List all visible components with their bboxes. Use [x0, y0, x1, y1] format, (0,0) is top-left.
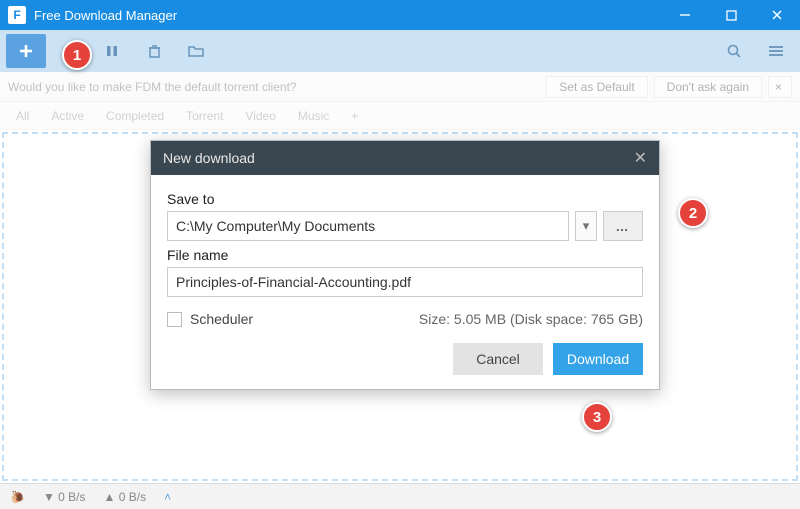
download-speed: ▼ 0 B/s: [43, 490, 86, 504]
save-to-path-text: C:\My Computer\My Documents: [176, 218, 375, 234]
download-button[interactable]: Download: [553, 343, 643, 375]
dialog-title-bar: New download ✕: [151, 141, 659, 175]
path-dropdown-button[interactable]: ▾: [575, 211, 597, 241]
title-bar: F Free Download Manager: [0, 0, 800, 30]
menu-button[interactable]: [758, 34, 794, 68]
add-download-button[interactable]: [6, 34, 46, 68]
window-title: Free Download Manager: [34, 8, 662, 23]
callout-2: 2: [678, 198, 708, 228]
dialog-title: New download: [163, 150, 255, 166]
app-logo: F: [8, 6, 26, 24]
minimize-button[interactable]: [662, 0, 708, 30]
upload-speed: ▲ 0 B/s: [104, 490, 147, 504]
callout-1: 1: [62, 40, 92, 70]
pause-button[interactable]: [94, 34, 130, 68]
save-to-path[interactable]: C:\My Computer\My Documents: [167, 211, 569, 241]
save-to-label: Save to: [167, 191, 643, 207]
status-bar: 🐌 ▼ 0 B/s ▲ 0 B/s ˄: [0, 483, 800, 509]
toolbar: [0, 30, 800, 72]
file-name-input[interactable]: [167, 267, 643, 297]
folder-button[interactable]: [178, 34, 214, 68]
cancel-button[interactable]: Cancel: [453, 343, 543, 375]
scheduler-label: Scheduler: [190, 311, 253, 327]
size-info: Size: 5.05 MB (Disk space: 765 GB): [419, 311, 643, 327]
dialog-close-button[interactable]: ✕: [634, 148, 647, 168]
search-button[interactable]: [716, 34, 752, 68]
scheduler-checkbox[interactable]: [167, 312, 182, 327]
browse-button[interactable]: …: [603, 211, 643, 241]
snail-icon[interactable]: 🐌: [10, 490, 25, 504]
delete-button[interactable]: [136, 34, 172, 68]
close-window-button[interactable]: [754, 0, 800, 30]
file-name-label: File name: [167, 247, 643, 263]
maximize-button[interactable]: [708, 0, 754, 30]
expand-status-icon[interactable]: ˄: [164, 490, 171, 504]
new-download-dialog: New download ✕ Save to C:\My Computer\My…: [150, 140, 660, 390]
callout-3: 3: [582, 402, 612, 432]
